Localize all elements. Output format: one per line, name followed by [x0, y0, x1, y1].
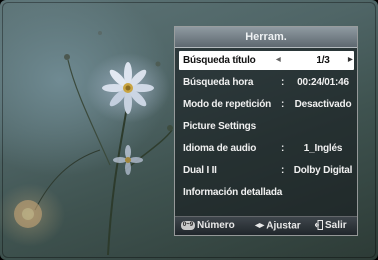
- row-value: 1_Inglés: [303, 143, 343, 154]
- left-triangle-icon[interactable]: ◀: [276, 51, 281, 70]
- right-triangle-icon[interactable]: ▶: [348, 51, 353, 70]
- row-value: Desactivado: [294, 99, 352, 110]
- row-label: Dual I II: [183, 165, 217, 176]
- footer-number-hint: 0~9 Número: [181, 217, 235, 235]
- number-keys-badge: 0~9: [181, 220, 195, 230]
- row-label: Información detallada: [183, 187, 283, 198]
- row-colon: :: [281, 99, 285, 110]
- menu-row-dual[interactable]: Dual I II : Dolby Digital: [179, 161, 354, 180]
- row-label: Idioma de audio: [183, 143, 257, 154]
- footer-exit-hint: Salir: [315, 217, 347, 235]
- row-value: 1/3: [316, 55, 330, 66]
- footer-exit-label: Salir: [325, 220, 347, 231]
- row-colon: :: [281, 77, 285, 88]
- menu-row-time-search[interactable]: Búsqueda hora : 00:24/01:46: [179, 73, 354, 92]
- menu-title: Herram.: [175, 27, 357, 48]
- menu-row-picture-settings[interactable]: Picture Settings: [179, 117, 354, 136]
- left-right-arrows-icon: ◀▶: [255, 223, 265, 229]
- row-colon: :: [281, 165, 285, 176]
- footer-adjust-label: Ajustar: [266, 220, 301, 232]
- menu-row-detailed-info[interactable]: Información detallada: [179, 183, 354, 202]
- tools-menu-panel: Herram. Búsqueda título ◀ 1/3 ▶ Búsqueda…: [174, 26, 358, 236]
- row-value: Dolby Digital: [293, 165, 353, 176]
- row-label: Búsqueda título: [183, 55, 256, 66]
- menu-row-title-search[interactable]: Búsqueda título ◀ 1/3 ▶: [179, 51, 354, 70]
- menu-footer: 0~9 Número ◀▶ Ajustar Salir: [175, 216, 357, 235]
- row-colon: :: [281, 143, 285, 154]
- footer-number-label: Número: [197, 220, 235, 231]
- row-label: Búsqueda hora: [183, 77, 254, 88]
- row-value: 00:24/01:46: [297, 77, 349, 88]
- footer-adjust-hint: ◀▶ Ajustar: [255, 217, 301, 236]
- row-label: Picture Settings: [183, 121, 256, 132]
- exit-icon: [315, 220, 323, 231]
- row-label: Modo de repetición: [183, 99, 272, 110]
- menu-row-repeat-mode[interactable]: Modo de repetición : Desactivado: [179, 95, 354, 114]
- video-screen: Herram. Búsqueda título ◀ 1/3 ▶ Búsqueda…: [0, 0, 378, 260]
- menu-row-audio-language[interactable]: Idioma de audio : 1_Inglés: [179, 139, 354, 158]
